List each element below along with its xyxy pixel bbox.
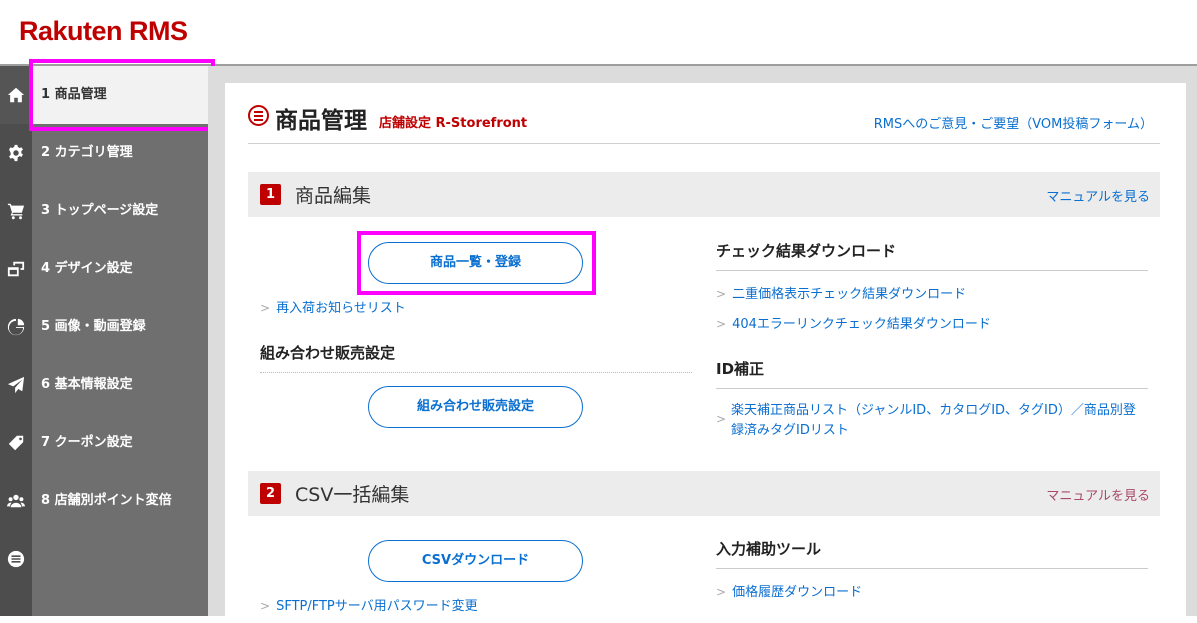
combo-sales-settings-button[interactable]: 組み合わせ販売設定 <box>368 386 583 428</box>
page-header: 商品管理 店舗設定 R-Storefront RMSへのご意見・ご要望（VOM投… <box>248 104 1160 144</box>
chevron-right-icon: > <box>716 412 727 426</box>
sidebar-item-image-video[interactable]: 5 画像・動画登録 <box>0 298 208 356</box>
sidebar-item-more[interactable] <box>0 530 208 588</box>
chevron-right-icon: > <box>716 317 727 331</box>
chevron-right-icon: > <box>260 301 271 315</box>
check-results-heading: チェック結果ダウンロード <box>716 242 897 260</box>
cart-icon <box>0 182 32 240</box>
input-tools-heading: 入力補助ツール <box>716 540 822 558</box>
sidebar-item-category-management[interactable]: 2 カテゴリ管理 <box>0 124 208 182</box>
paper-plane-icon <box>0 356 32 414</box>
chevron-right-icon: > <box>260 599 271 613</box>
double-price-check-download-link[interactable]: > 二重価格表示チェック結果ダウンロード <box>716 284 966 305</box>
highlight-box-button <box>357 231 596 295</box>
price-history-download-link[interactable]: > 価格履歴ダウンロード <box>716 582 862 603</box>
section-number: 2 <box>260 483 281 504</box>
manual-link[interactable]: マニュアルを見る <box>1046 485 1150 504</box>
top-bar: Rakuten RMS <box>0 0 1197 66</box>
list-circle-icon <box>0 530 32 588</box>
sidebar-item-top-page-settings[interactable]: 3 トップページ設定 <box>0 182 208 240</box>
sidebar-item-coupon[interactable]: 7 クーポン設定 <box>0 414 208 472</box>
gear-icon <box>0 124 32 182</box>
sidebar-item-label: 6 基本情報設定 <box>41 377 133 392</box>
chevron-right-icon: > <box>716 585 727 599</box>
chevron-right-icon: > <box>716 287 727 301</box>
list-icon <box>248 105 269 126</box>
sftp-password-change-link[interactable]: > SFTP/FTPサーバ用パスワード変更 <box>260 596 478 617</box>
home-icon <box>0 66 32 124</box>
sidebar-item-label: 4 デザイン設定 <box>41 261 133 276</box>
id-correction-list-link[interactable]: > 楽天補正商品リスト（ジャンルID、カタログID、タグID）／商品別登録済みタグ… <box>716 401 1148 441</box>
section-number: 1 <box>260 184 281 205</box>
sidebar-item-label: 5 画像・動画登録 <box>41 319 146 334</box>
divider <box>716 388 1148 389</box>
404-link-check-download-link[interactable]: >404エラーリンクチェック結果ダウンロード <box>716 314 991 335</box>
highlight-box-sidebar <box>29 59 215 131</box>
sidebar-item-store-points[interactable]: 8 店舗別ポイント変倍 <box>0 472 208 530</box>
divider <box>716 270 1148 271</box>
sidebar-item-label: 7 クーポン設定 <box>41 435 133 450</box>
page-title: 商品管理 <box>275 108 367 134</box>
sidebar-item-basic-info[interactable]: 6 基本情報設定 <box>0 356 208 414</box>
section-title: 商品編集 <box>295 185 372 207</box>
manual-link[interactable]: マニュアルを見る <box>1046 186 1150 205</box>
section-header-product-edit: 1 商品編集 マニュアルを見る <box>248 172 1160 217</box>
sidebar-item-label: 3 トップページ設定 <box>41 203 159 218</box>
divider <box>260 372 692 373</box>
sidebar-item-label: 8 店舗別ポイント変倍 <box>41 493 172 508</box>
feedback-link[interactable]: RMSへのご意見・ご要望（VOM投稿フォーム） <box>874 113 1153 132</box>
section-title: CSV一括編集 <box>295 484 410 506</box>
sidebar-item-label: 2 カテゴリ管理 <box>41 145 133 160</box>
section-header-csv-bulk-edit: 2 CSV一括編集 マニュアルを見る <box>248 471 1160 516</box>
divider <box>716 568 1148 569</box>
combo-sales-heading: 組み合わせ販売設定 <box>260 344 396 362</box>
id-correction-heading: ID補正 <box>716 360 765 378</box>
pie-chart-icon <box>0 298 32 356</box>
users-icon <box>0 472 32 530</box>
restock-notice-link[interactable]: > 再入荷お知らせリスト <box>260 298 406 319</box>
sidebar-item-design-settings[interactable]: 4 デザイン設定 <box>0 240 208 298</box>
rakuten-rms-logo[interactable]: Rakuten RMS <box>19 16 188 47</box>
page-subtitle: 店舗設定 R-Storefront <box>379 116 528 131</box>
sidebar: 1 商品管理 2 カテゴリ管理 3 トップページ設定 4 デザイン設定 5 画像… <box>0 66 208 616</box>
csv-download-button[interactable]: CSVダウンロード <box>368 540 583 582</box>
tag-icon <box>0 414 32 472</box>
windows-icon <box>0 240 32 298</box>
